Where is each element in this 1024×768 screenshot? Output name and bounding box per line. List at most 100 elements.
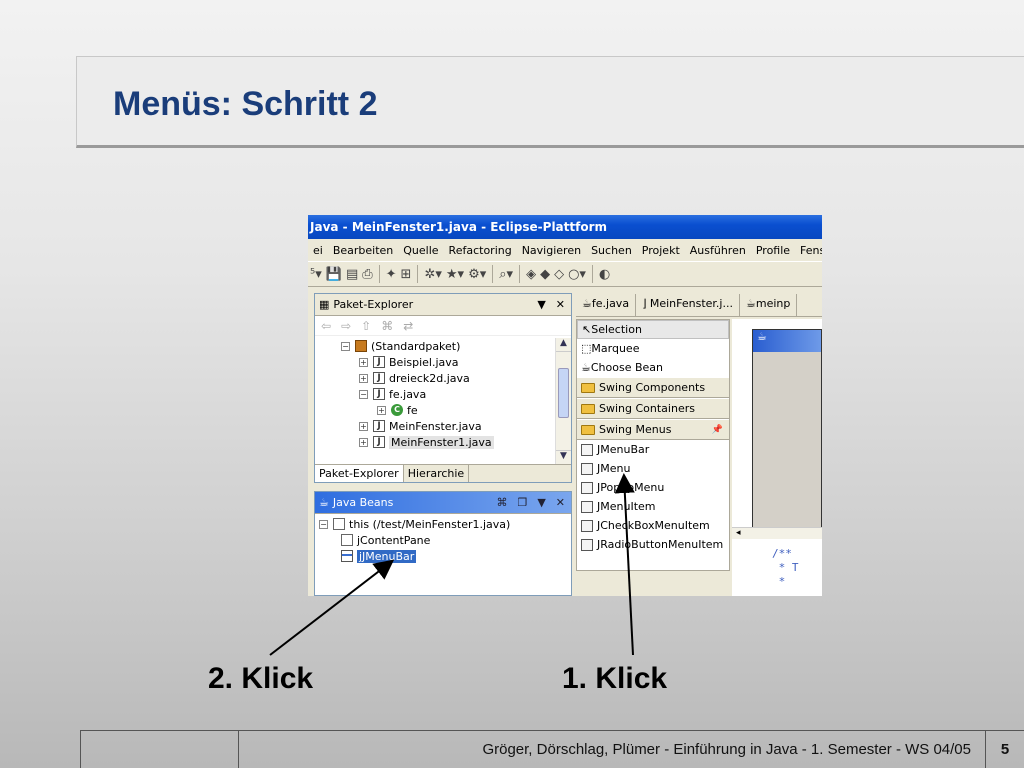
collapse-all-icon[interactable]: ⌘ xyxy=(381,319,393,333)
expander-icon[interactable]: + xyxy=(359,373,368,383)
palette-item[interactable]: JMenuBar xyxy=(577,440,729,459)
footer: Gröger, Dörschlag, Plümer - Einführung i… xyxy=(80,730,1024,768)
palette-item-label: JMenuItem xyxy=(597,500,656,513)
run-icon[interactable]: ★▾ xyxy=(446,267,464,282)
palette-item[interactable]: JMenu xyxy=(577,459,729,478)
palette-tool[interactable]: ⬚ Marquee xyxy=(577,339,729,358)
view-menu-icon[interactable]: ▼ xyxy=(537,298,545,311)
package-explorer-scrollbar[interactable]: ▲ ▼ xyxy=(555,338,571,464)
save-icon[interactable]: 💾 xyxy=(326,267,342,282)
menu-item[interactable]: Ausführen xyxy=(685,244,751,257)
bean-item[interactable]: jJMenuBar xyxy=(319,548,571,564)
content-pane-icon xyxy=(341,534,353,546)
tree-item[interactable]: − Jfe.java xyxy=(341,386,571,402)
bean-item[interactable]: − this (/test/MeinFenster1.java) xyxy=(319,516,571,532)
label-click2: 2. Klick xyxy=(208,662,314,695)
palette-item[interactable]: JRadioButtonMenuItem xyxy=(577,535,729,554)
tab-paket-explorer[interactable]: Paket-Explorer xyxy=(315,465,404,482)
new-wizard-icon[interactable]: ✦ xyxy=(386,267,397,282)
java-cup-icon: ☕ xyxy=(757,330,767,343)
palette-category[interactable]: Swing Containers xyxy=(577,398,729,419)
search-icon[interactable]: ⌕▾ xyxy=(499,267,513,282)
label-click1: 1. Klick xyxy=(562,662,668,695)
menu-item[interactable]: Profile xyxy=(751,244,795,257)
palette-category[interactable]: Swing Components xyxy=(577,377,729,398)
open-type-icon[interactable]: ⊞ xyxy=(401,267,412,282)
external-tools-icon[interactable]: ⚙▾ xyxy=(468,267,486,282)
expander-icon[interactable]: − xyxy=(359,389,368,399)
print-icon[interactable]: ⎙ xyxy=(362,267,372,282)
forward-icon[interactable]: ⇨ xyxy=(341,319,351,333)
maximize-icon[interactable]: ❐ xyxy=(517,496,527,509)
expander-icon[interactable]: + xyxy=(359,437,368,447)
tree-item[interactable]: + Cfe xyxy=(341,402,571,418)
tree-item[interactable]: + J MeinFenster1.java xyxy=(341,434,571,450)
component-icon xyxy=(581,519,593,532)
menu-item[interactable]: Quelle xyxy=(398,244,443,257)
expander-icon[interactable]: + xyxy=(377,405,386,415)
java-beans-title: Java Beans xyxy=(332,496,394,509)
palette-item-label: JRadioButtonMenuItem xyxy=(597,538,724,551)
component-icon xyxy=(581,443,593,456)
bean-item-label: this (/test/MeinFenster1.java) xyxy=(349,517,511,531)
back-icon[interactable]: ⇦ xyxy=(321,319,331,333)
new-interface-icon[interactable]: ◇ xyxy=(554,267,564,282)
palette-item[interactable]: JPopupMenu xyxy=(577,478,729,497)
new-package-icon[interactable]: ◈ xyxy=(526,267,536,282)
menu-item[interactable]: Projekt xyxy=(637,244,685,257)
editor-tab[interactable]: ☕meinp xyxy=(740,294,798,316)
design-canvas[interactable]: ☕ ◂ /** * T * xyxy=(732,319,822,596)
new-class-icon[interactable]: ◆ xyxy=(540,267,550,282)
tree-item-label: (Standardpaket) xyxy=(371,339,461,353)
new-file-icon[interactable]: ○▾ xyxy=(568,267,586,282)
toolbar-dropdown-icon[interactable]: ⁵▾ xyxy=(310,267,322,282)
collapse-icon[interactable]: ⌘ xyxy=(496,496,507,509)
tree-item[interactable]: − (Standardpaket) xyxy=(341,338,571,354)
palette-item[interactable]: JMenuItem xyxy=(577,497,729,516)
menu-item[interactable]: ei xyxy=(308,244,328,257)
component-icon xyxy=(581,538,593,551)
eclipse-screenshot: Java - MeinFenster1.java - Eclipse-Platt… xyxy=(308,215,822,596)
menu-item[interactable]: Navigieren xyxy=(517,244,586,257)
designer-frame[interactable]: ☕ xyxy=(752,329,822,529)
menu-item[interactable]: Bearbeiten xyxy=(328,244,398,257)
debug-icon[interactable]: ✲▾ xyxy=(424,267,441,282)
tree-item[interactable]: + J MeinFenster.java xyxy=(341,418,571,434)
bean-item[interactable]: jContentPane xyxy=(319,532,571,548)
menu-item[interactable]: Refactoring xyxy=(444,244,517,257)
code-editor[interactable]: /** * T * xyxy=(772,547,799,589)
scroll-thumb[interactable] xyxy=(558,368,569,418)
java-file-icon: ⌋ xyxy=(642,297,650,310)
palette-tool[interactable]: ↖ Selection xyxy=(577,320,729,339)
menu-item[interactable]: Fenster xyxy=(795,244,822,257)
editor-tab[interactable]: ☕fe.java xyxy=(576,294,637,316)
expander-icon[interactable]: − xyxy=(341,341,350,351)
save-all-icon[interactable]: ▤ xyxy=(346,267,358,282)
close-icon[interactable]: ✕ xyxy=(556,298,565,311)
palette-category[interactable]: Swing Menus 📌 xyxy=(577,419,729,440)
palette: ↖ Selection ⬚ Marquee ☕ Choose Bean Swing … xyxy=(576,319,730,571)
menubar-icon xyxy=(341,550,353,562)
scroll-down-icon[interactable]: ▼ xyxy=(556,450,571,464)
package-explorer-icon: ▦ xyxy=(319,298,330,311)
palette-item[interactable]: JCheckBoxMenuItem xyxy=(577,516,729,535)
menu-item[interactable]: Suchen xyxy=(586,244,637,257)
horizontal-scrollbar[interactable]: ◂ xyxy=(732,527,822,539)
expander-icon[interactable]: + xyxy=(359,357,368,367)
close-icon[interactable]: ✕ xyxy=(556,496,565,509)
tree-item[interactable]: + J Beispiel.java xyxy=(341,354,571,370)
scroll-up-icon[interactable]: ▲ xyxy=(556,338,571,352)
java-beans-header: ☕ Java Beans ⌘ ❐ ▼ ✕ xyxy=(315,492,571,514)
view-menu-icon[interactable]: ▼ xyxy=(537,496,545,509)
tab-hierarchie[interactable]: Hierarchie xyxy=(404,465,470,482)
perspective-icon[interactable]: ◐ xyxy=(599,267,610,282)
expander-icon[interactable]: − xyxy=(319,519,328,529)
expander-icon[interactable]: + xyxy=(359,421,368,431)
up-icon[interactable]: ⇧ xyxy=(361,319,371,333)
palette-tool[interactable]: ☕ Choose Bean xyxy=(577,358,729,377)
package-explorer-title: Paket-Explorer xyxy=(333,298,414,311)
tree-item[interactable]: + Jdreieck2d.java xyxy=(341,370,571,386)
link-editor-icon[interactable]: ⇄ xyxy=(403,319,413,333)
editor-tab[interactable]: ⌋ MeinFenster.j... xyxy=(636,294,740,316)
pin-icon[interactable]: 📌 xyxy=(712,425,729,435)
